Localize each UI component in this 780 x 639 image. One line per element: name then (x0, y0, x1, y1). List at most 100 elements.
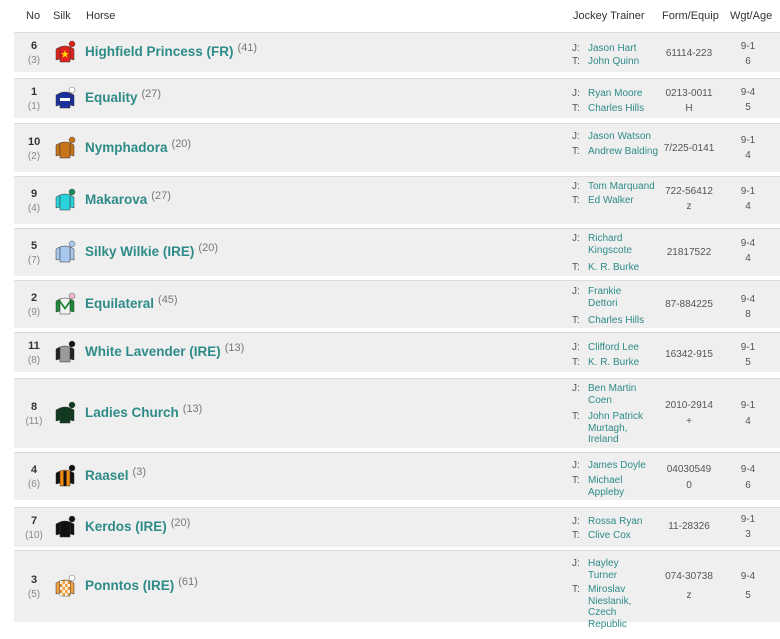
horse-name-link[interactable]: Ladies Church (13) (85, 403, 202, 420)
jockey-label: J: (572, 181, 580, 192)
black-orange-silk-icon (52, 464, 78, 490)
saddle-cloth-number: 1 (30, 86, 38, 98)
horse-name-link[interactable]: Kerdos (IRE) (20) (85, 517, 191, 534)
form-figures: 16342-915 (665, 349, 713, 360)
saddle-cloth-number: 5 (30, 240, 38, 252)
horse-name: Makarova (85, 192, 148, 207)
draw-number: (6) (27, 479, 41, 490)
trainer-name-link[interactable]: John Patrick Murtagh, Ireland (588, 411, 650, 446)
trainer-name-link[interactable]: K. R. Burke (588, 262, 668, 274)
weight: 9-1 (740, 41, 756, 52)
draw-number: (9) (27, 307, 41, 318)
form-figures: 2010-2914 (665, 400, 713, 411)
trainer-label: T: (572, 103, 580, 114)
jockey-label: J: (572, 383, 580, 394)
horse-name-link[interactable]: Silky Wilkie (IRE) (20) (85, 242, 218, 259)
jockey-label: J: (572, 233, 580, 244)
age: 5 (745, 102, 751, 113)
turquoise-silk-icon (52, 188, 78, 214)
col-no: No (26, 10, 41, 22)
runner-row[interactable]: 6 (3) Highfield Princess (FR) (41) J: Jason H… (14, 32, 780, 72)
jockey-name-link[interactable]: Richard Kingscote (588, 233, 640, 256)
weight: 9-1 (740, 342, 756, 353)
equipment: H (685, 103, 693, 114)
jockey-name-link[interactable]: Frankie Dettori (588, 286, 640, 309)
runner-row[interactable]: 5 (7) Silky Wilkie (IRE) (20) J: Richard King… (14, 228, 780, 276)
horse-name: Highfield Princess (FR) (85, 44, 234, 59)
form-figures: 04030549 (666, 464, 712, 475)
horse-name-link[interactable]: Ponntos (IRE) (61) (85, 576, 198, 593)
days-since-run: (3) (132, 466, 146, 478)
equipment: z (686, 590, 692, 601)
saddle-cloth-number: 6 (30, 40, 38, 52)
age: 4 (745, 253, 751, 264)
days-since-run: (20) (170, 517, 191, 529)
jockey-name-link[interactable]: Ben Martin Coen (588, 383, 640, 406)
horse-name-link[interactable]: Makarova (27) (85, 190, 171, 207)
draw-number: (8) (27, 355, 41, 366)
weight: 9-1 (740, 400, 756, 411)
saddle-cloth-number: 10 (28, 135, 41, 148)
col-jockey-trainer: Jockey Trainer (573, 10, 645, 22)
trainer-name-link[interactable]: Michael Appleby (588, 475, 650, 498)
jockey-label: J: (572, 286, 580, 297)
form-figures: 61114-223 (665, 48, 713, 59)
trainer-label: T: (572, 146, 580, 157)
draw-number: (4) (27, 203, 41, 214)
days-since-run: (20) (198, 242, 218, 254)
runner-row[interactable]: 9 (4) Makarova (27) J: Tom Marquand T: Ed Walke… (14, 176, 780, 224)
trainer-name-link[interactable]: Charles Hills (588, 315, 668, 327)
jockey-name-link[interactable]: Jason Watson (588, 131, 668, 143)
horse-name-link[interactable]: White Lavender (IRE) (13) (85, 342, 244, 359)
trainer-label: T: (572, 530, 580, 541)
runner-row[interactable]: 7 (10) Kerdos (IRE) (20) J: Rossa Ryan T: Clive… (14, 507, 780, 547)
age: 5 (745, 357, 751, 368)
horse-name: Ladies Church (85, 405, 179, 420)
runner-row[interactable]: 10 (2) Nymphadora (20) J: Jason Watson T: Andre… (14, 123, 780, 172)
trainer-label: T: (572, 584, 580, 595)
form-figures: 722-56412 (665, 186, 713, 197)
trainer-label: T: (572, 262, 580, 273)
col-horse: Horse (86, 10, 116, 22)
horse-name: White Lavender (IRE) (85, 344, 221, 359)
horse-name-link[interactable]: Equilateral (45) (85, 294, 178, 311)
saddle-cloth-number: 3 (30, 574, 38, 586)
weight: 9-1 (740, 514, 756, 525)
orange-check-silk-icon (52, 574, 78, 600)
runner-row[interactable]: 3 (5) Ponntos (IRE) (61) J: Hayley Turner T: Mi… (14, 550, 780, 630)
weight: 9-1 (740, 186, 756, 197)
saddle-cloth-number: 11 (28, 340, 40, 352)
days-since-run: (45) (158, 294, 178, 306)
horse-name-link[interactable]: Nymphadora (20) (85, 138, 191, 155)
jockey-label: J: (572, 558, 580, 569)
weight: 9-4 (740, 238, 756, 249)
jockey-label: J: (572, 88, 580, 99)
age: 5 (745, 590, 751, 601)
trainer-label: T: (572, 315, 580, 326)
runner-row[interactable]: 1 (1) Equality (27) J: Ryan Moore T: Charles Hi… (14, 78, 780, 118)
trainer-label: T: (572, 475, 580, 486)
jockey-name-link[interactable]: Hayley Turner (588, 558, 640, 581)
draw-number: (11) (25, 416, 43, 427)
days-since-run: (61) (178, 576, 198, 588)
equipment: z (686, 201, 692, 212)
age: 4 (745, 416, 751, 427)
age: 4 (745, 150, 751, 161)
saddle-cloth-number: 7 (30, 515, 38, 527)
runner-row[interactable]: 8 (11) Ladies Church (13) J: Ben Martin Coen T… (14, 378, 780, 448)
white-silk-green-chevron-icon (52, 292, 78, 318)
runner-row[interactable]: 4 (6) Raasel (3) J: James Doyle T: Michael Appl… (14, 452, 780, 500)
horse-name-link[interactable]: Equality (27) (85, 88, 162, 105)
jockey-label: J: (572, 460, 580, 471)
orange-brown-silk-icon (52, 136, 78, 162)
days-since-run: (41) (237, 42, 258, 54)
weight: 9-4 (740, 87, 756, 98)
days-since-run: (27) (141, 88, 162, 100)
trainer-name-link[interactable]: Miroslav Nieslanik, Czech Republic (588, 584, 650, 630)
horse-name-link[interactable]: Raasel (3) (85, 466, 146, 483)
runner-row[interactable]: 11 (8) White Lavender (IRE) (13) J: Clifford … (14, 332, 780, 372)
age: 8 (745, 309, 751, 320)
form-figures: 21817522 (666, 247, 712, 258)
horse-name-link[interactable]: Highfield Princess (FR) (41) (85, 42, 258, 59)
runner-row[interactable]: 2 (9) Equilateral (45) J: Frankie Dettori T: Ch… (14, 280, 780, 328)
